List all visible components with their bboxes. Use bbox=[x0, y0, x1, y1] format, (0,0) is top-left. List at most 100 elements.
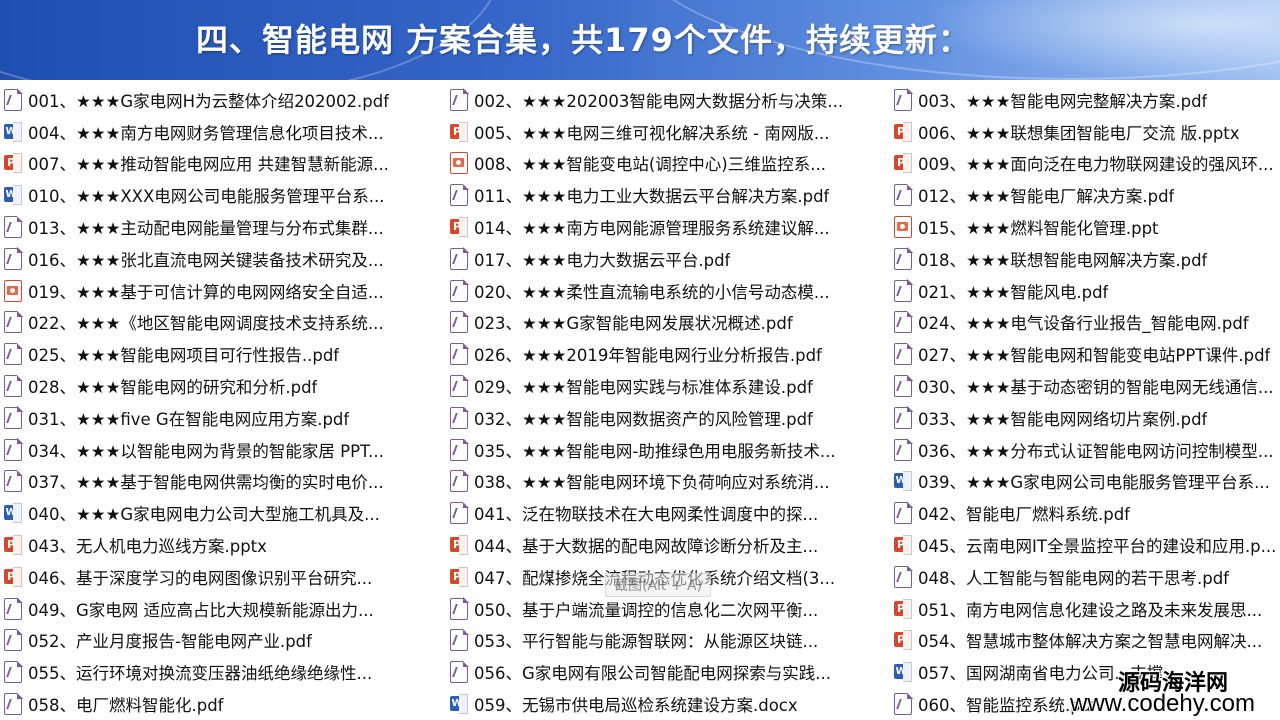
file-list-item[interactable]: 055、运行环境对换流变压器油纸绝缘绝缘性... bbox=[4, 656, 442, 688]
file-list-item[interactable]: 030、★★★基于动态密钥的智能电网无线通信... bbox=[894, 370, 1280, 402]
file-name: 013、★★★主动配电网能量管理与分布式集群... bbox=[28, 219, 384, 239]
file-list-item[interactable]: 035、★★★智能电网-助推绿色用电服务新技术... bbox=[450, 434, 888, 466]
file-list-item[interactable]: 046、基于深度学习的电网图像识别平台研究... bbox=[4, 561, 442, 593]
pdf-file-icon bbox=[4, 628, 23, 652]
header-banner: 四、智能电网 方案合集，共179个文件，持续更新： bbox=[0, 0, 1280, 80]
file-name: 015、★★★燃料智能化管理.ppt bbox=[918, 219, 1159, 239]
pdf-file-icon bbox=[894, 406, 913, 429]
pdf-file-icon bbox=[894, 342, 913, 366]
file-name: 030、★★★基于动态密钥的智能电网无线通信... bbox=[918, 378, 1274, 398]
file-list-item[interactable]: 012、★★★智能电厂解决方案.pdf bbox=[894, 179, 1280, 211]
file-list-item[interactable]: 038、★★★智能电网环境下负荷响应对系统消... bbox=[450, 466, 888, 498]
file-list-item[interactable]: 042、智能电厂燃料系统.pdf bbox=[894, 497, 1280, 529]
file-list-item[interactable]: 005、★★★电网三维可视化解决系统 - 南网版... bbox=[450, 116, 888, 148]
pdf-file-icon bbox=[4, 374, 23, 398]
file-list-item[interactable]: 039、★★★G家电网公司电能服务管理平台系... bbox=[894, 466, 1280, 498]
file-list-item[interactable]: 029、★★★智能电网实践与标准体系建设.pdf bbox=[450, 370, 888, 402]
pdf-file-icon bbox=[450, 501, 469, 525]
file-list-item[interactable]: 004、★★★南方电网财务管理信息化项目技术... bbox=[4, 116, 442, 148]
file-list-item[interactable]: 031、★★★five G在智能电网应用方案.pdf bbox=[4, 402, 442, 434]
pdf-file-icon bbox=[894, 692, 913, 716]
file-list-item[interactable]: 037、★★★基于智能电网供需均衡的实时电价... bbox=[4, 466, 442, 498]
powerpoint-file-icon bbox=[4, 565, 22, 588]
file-name: 059、无锡市供电局巡检系统建设方案.docx bbox=[474, 696, 798, 716]
file-list-item[interactable]: 001、★★★G家电网H为云整体介绍202002.pdf bbox=[4, 84, 442, 116]
file-list-item[interactable]: 056、G家电网有限公司智能配电网探索与实践... bbox=[450, 656, 888, 688]
file-list-item[interactable]: 043、无人机电力巡线方案.pptx bbox=[4, 529, 442, 561]
file-name: 014、★★★南方电网能源管理服务系统建议解... bbox=[474, 219, 830, 239]
pdf-file-icon bbox=[450, 88, 469, 111]
file-name: 058、电厂燃料智能化.pdf bbox=[28, 696, 224, 716]
file-list-item[interactable]: 049、G家电网 适应高占比大规模新能源出力... bbox=[4, 593, 442, 625]
pdf-file-icon bbox=[4, 406, 23, 429]
file-list-item[interactable]: 003、★★★智能电网完整解决方案.pdf bbox=[894, 84, 1280, 116]
file-list-item[interactable]: 011、★★★电力工业大数据云平台解决方案.pdf bbox=[450, 179, 888, 211]
file-name: 045、云南电网IT全景监控平台的建设和应用.p... bbox=[918, 537, 1277, 557]
file-list-item[interactable]: 024、★★★电气设备行业报告_智能电网.pdf bbox=[894, 307, 1280, 339]
file-list-item[interactable]: 051、南方电网信息化建设之路及未来发展思... bbox=[894, 593, 1280, 625]
pdf-file-icon bbox=[894, 374, 913, 398]
file-list-item[interactable]: 006、★★★联想集团智能电厂交流 版.pptx bbox=[894, 116, 1280, 148]
file-list-item[interactable]: 044、基于大数据的配电网故障诊断分析及主... bbox=[450, 529, 888, 561]
file-list-item[interactable]: 054、智慧城市整体解决方案之智慧电网解决... bbox=[894, 625, 1280, 657]
file-list: 001、★★★G家电网H为云整体介绍202002.pdf 004、★★★南方电网财… bbox=[0, 84, 1280, 720]
file-list-item[interactable]: 016、★★★张北直流电网关键装备技术研究及... bbox=[4, 243, 442, 275]
file-list-item[interactable]: 014、★★★南方电网能源管理服务系统建议解... bbox=[450, 211, 888, 243]
file-column-3: 003、★★★智能电网完整解决方案.pdf 006、★★★联想集团智能电厂交流 版… bbox=[894, 84, 1280, 720]
file-list-item[interactable]: 058、电厂燃料智能化.pdf bbox=[4, 688, 442, 720]
file-list-item[interactable]: 017、★★★电力大数据云平台.pdf bbox=[450, 243, 888, 275]
file-list-item[interactable]: 023、★★★G家智能电网发展状况概述.pdf bbox=[450, 307, 888, 339]
file-list-item[interactable]: 040、★★★G家电网电力公司大型施工机具及... bbox=[4, 497, 442, 529]
file-name: 038、★★★智能电网环境下负荷响应对系统消... bbox=[474, 473, 830, 493]
file-list-item[interactable]: 015、★★★燃料智能化管理.ppt bbox=[894, 211, 1280, 243]
file-list-item[interactable]: 025、★★★智能电网项目可行性报告..pdf bbox=[4, 338, 442, 370]
file-list-item[interactable]: 021、★★★智能风电.pdf bbox=[894, 275, 1280, 307]
file-list-item[interactable]: 059、无锡市供电局巡检系统建设方案.docx bbox=[450, 688, 888, 720]
file-list-item[interactable]: 027、★★★智能电网和智能变电站PPT课件.pdf bbox=[894, 338, 1280, 370]
file-name: 055、运行环境对换流变压器油纸绝缘绝缘性... bbox=[28, 664, 373, 684]
file-list-item[interactable]: 052、产业月度报告-智能电网产业.pdf bbox=[4, 625, 442, 657]
slideshow-file-icon bbox=[450, 152, 468, 175]
file-name: 028、★★★智能电网的研究和分析.pdf bbox=[28, 378, 318, 398]
file-list-item[interactable]: 028、★★★智能电网的研究和分析.pdf bbox=[4, 370, 442, 402]
file-name: 007、★★★推动智能电网应用 共建智慧新能源... bbox=[28, 155, 389, 175]
file-list-item[interactable]: 008、★★★智能变电站(调控中心)三维监控系... bbox=[450, 148, 888, 180]
pdf-file-icon bbox=[4, 597, 23, 620]
file-list-item[interactable]: 048、人工智能与智能电网的若干思考.pdf bbox=[894, 561, 1280, 593]
pdf-file-icon bbox=[450, 469, 469, 493]
file-name: 053、平行智能与能源智联网：从能源区块链... bbox=[474, 632, 819, 652]
file-name: 042、智能电厂燃料系统.pdf bbox=[918, 505, 1130, 525]
file-list-item[interactable]: 010、★★★XXX电网公司电能服务管理平台系... bbox=[4, 179, 442, 211]
file-list-item[interactable]: 007、★★★推动智能电网应用 共建智慧新能源... bbox=[4, 148, 442, 180]
file-name: 050、基于户端流量调控的信息化二次网平衡... bbox=[474, 600, 819, 620]
file-list-item[interactable]: 009、★★★面向泛在电力物联网建设的强风环... bbox=[894, 148, 1280, 180]
file-name: 041、泛在物联技术在大电网柔性调度中的探... bbox=[474, 505, 819, 525]
file-list-item[interactable]: 026、★★★2019年智能电网行业分析报告.pdf bbox=[450, 338, 888, 370]
slideshow-file-icon bbox=[894, 216, 912, 239]
file-list-item[interactable]: 022、★★★《地区智能电网调度技术支持系统... bbox=[4, 307, 442, 339]
file-list-item[interactable]: 013、★★★主动配电网能量管理与分布式集群... bbox=[4, 211, 442, 243]
word-file-icon bbox=[4, 120, 22, 143]
file-list-item[interactable]: 045、云南电网IT全景监控平台的建设和应用.p... bbox=[894, 529, 1280, 561]
file-name: 008、★★★智能变电站(调控中心)三维监控系... bbox=[474, 155, 826, 175]
file-name: 006、★★★联想集团智能电厂交流 版.pptx bbox=[918, 123, 1240, 143]
word-file-icon bbox=[4, 502, 22, 525]
file-list-item[interactable]: 034、★★★以智能电网为背景的智能家居 PPT... bbox=[4, 434, 442, 466]
file-name: 044、基于大数据的配电网故障诊断分析及主... bbox=[474, 537, 819, 557]
pdf-file-icon bbox=[894, 501, 913, 525]
file-list-item[interactable]: 053、平行智能与能源智联网：从能源区块链... bbox=[450, 625, 888, 657]
file-list-item[interactable]: 018、★★★联想智能电网解决方案.pdf bbox=[894, 243, 1280, 275]
file-name: 034、★★★以智能电网为背景的智能家居 PPT... bbox=[28, 441, 384, 461]
file-list-item[interactable]: 019、★★★基于可信计算的电网网络安全自适... bbox=[4, 275, 442, 307]
watermark-url: www.codehy.com bbox=[1070, 690, 1255, 717]
powerpoint-file-icon bbox=[4, 534, 22, 557]
file-list-item[interactable]: 002、★★★202003智能电网大数据分析与决策... bbox=[450, 84, 888, 116]
file-list-item[interactable]: 033、★★★智能电网网络切片案例.pdf bbox=[894, 402, 1280, 434]
powerpoint-file-icon bbox=[4, 152, 22, 175]
file-list-item[interactable]: 041、泛在物联技术在大电网柔性调度中的探... bbox=[450, 497, 888, 529]
file-list-item[interactable]: 020、★★★柔性直流输电系统的小信号动态模... bbox=[450, 275, 888, 307]
file-list-item[interactable]: 032、★★★智能电网数据资产的风险管理.pdf bbox=[450, 402, 888, 434]
powerpoint-file-icon bbox=[450, 565, 468, 588]
file-list-item[interactable]: 036、★★★分布式认证智能电网访问控制模型... bbox=[894, 434, 1280, 466]
file-name: 043、无人机电力巡线方案.pptx bbox=[28, 537, 267, 557]
